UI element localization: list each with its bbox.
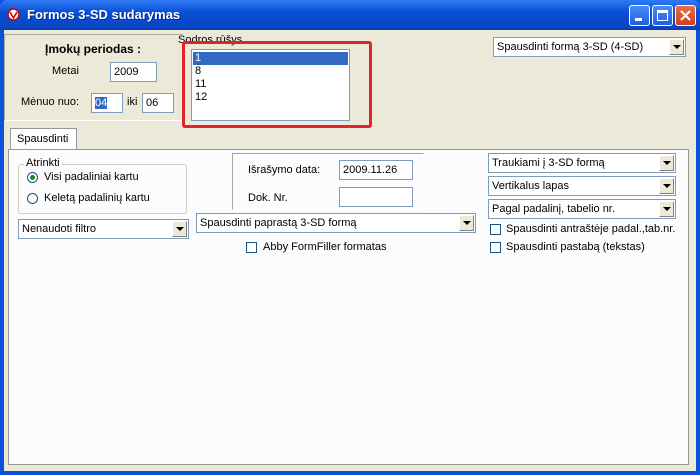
sort-value: Pagal padalinį, tabelio nr. (492, 203, 615, 215)
note-checkbox[interactable] (490, 242, 501, 253)
year-input[interactable]: 2009 (110, 62, 157, 82)
print-type-value: Spausdinti paprastą 3-SD formą (200, 217, 357, 229)
note-checkbox-label[interactable]: Spausdinti pastabą (tekstas) (506, 241, 645, 253)
sort-select[interactable]: Pagal padalinį, tabelio nr. (488, 199, 676, 219)
month-from-label: Mėnuo nuo: (21, 96, 80, 108)
month-to-label: iki (127, 96, 138, 108)
include-value: Traukiami į 3-SD formą (492, 157, 605, 169)
atrinkti-label: Atrinkti (24, 157, 62, 169)
radio-all-units-label[interactable]: Visi padaliniai kartu (44, 171, 139, 183)
app-icon (7, 8, 20, 21)
header-checkbox-label[interactable]: Spausdinti antraštėje padal.,tab.nr. (506, 223, 675, 235)
abby-checkbox-label[interactable]: Abby FormFiller formatas (263, 241, 386, 253)
chevron-down-icon[interactable] (172, 221, 187, 237)
month-to-input[interactable]: 06 (142, 93, 174, 113)
chevron-down-icon[interactable] (659, 155, 674, 171)
print-form-select[interactable]: Spausdinti formą 3-SD (4-SD) (493, 37, 686, 57)
close-button[interactable] (675, 5, 696, 26)
include-select[interactable]: Traukiami į 3-SD formą (488, 153, 676, 173)
orientation-value: Vertikalus lapas (492, 180, 570, 192)
chevron-down-icon[interactable] (659, 201, 674, 217)
issue-date-input[interactable]: 2009.11.26 (339, 160, 413, 180)
print-form-value: Spausdinti formą 3-SD (4-SD) (497, 41, 644, 53)
doc-no-label: Dok. Nr. (248, 192, 288, 204)
maximize-button[interactable] (652, 5, 673, 26)
title-bar[interactable]: Formos 3-SD sudarymas (0, 0, 700, 30)
tab-label: Spausdinti (17, 133, 69, 145)
year-label: Metai (52, 65, 79, 77)
window-title: Formos 3-SD sudarymas (27, 7, 181, 22)
radio-several-units-label[interactable]: Keletą padalinių kartu (44, 192, 150, 204)
filter-select[interactable]: Nenaudoti filtro (18, 219, 189, 239)
radio-several-units[interactable] (27, 193, 38, 204)
minimize-button[interactable] (629, 5, 650, 26)
issue-date-label: Išrašymo data: (248, 164, 321, 176)
period-heading: Įmokų periodas : (45, 42, 142, 56)
print-type-select[interactable]: Spausdinti paprastą 3-SD formą (196, 213, 476, 233)
radio-all-units[interactable] (27, 172, 38, 183)
chevron-down-icon[interactable] (659, 178, 674, 194)
minimize-icon (635, 18, 642, 21)
chevron-down-icon[interactable] (459, 215, 474, 231)
client-area: Įmokų periodas : Metai 2009 Mėnuo nuo: 0… (4, 30, 696, 471)
highlight-box (182, 41, 372, 128)
filter-value: Nenaudoti filtro (22, 223, 96, 235)
app-window: Formos 3-SD sudarymas Įmokų periodas : M… (0, 0, 700, 475)
close-icon (680, 10, 691, 21)
orientation-select[interactable]: Vertikalus lapas (488, 176, 676, 196)
tab-spausdinti[interactable]: Spausdinti (10, 128, 77, 150)
doc-no-input[interactable] (339, 187, 413, 207)
maximize-icon (657, 10, 668, 21)
header-checkbox[interactable] (490, 224, 501, 235)
month-from-value: 04 (95, 97, 108, 109)
month-from-input[interactable]: 04 (91, 93, 123, 113)
abby-checkbox[interactable] (246, 242, 257, 253)
chevron-down-icon[interactable] (669, 39, 684, 55)
